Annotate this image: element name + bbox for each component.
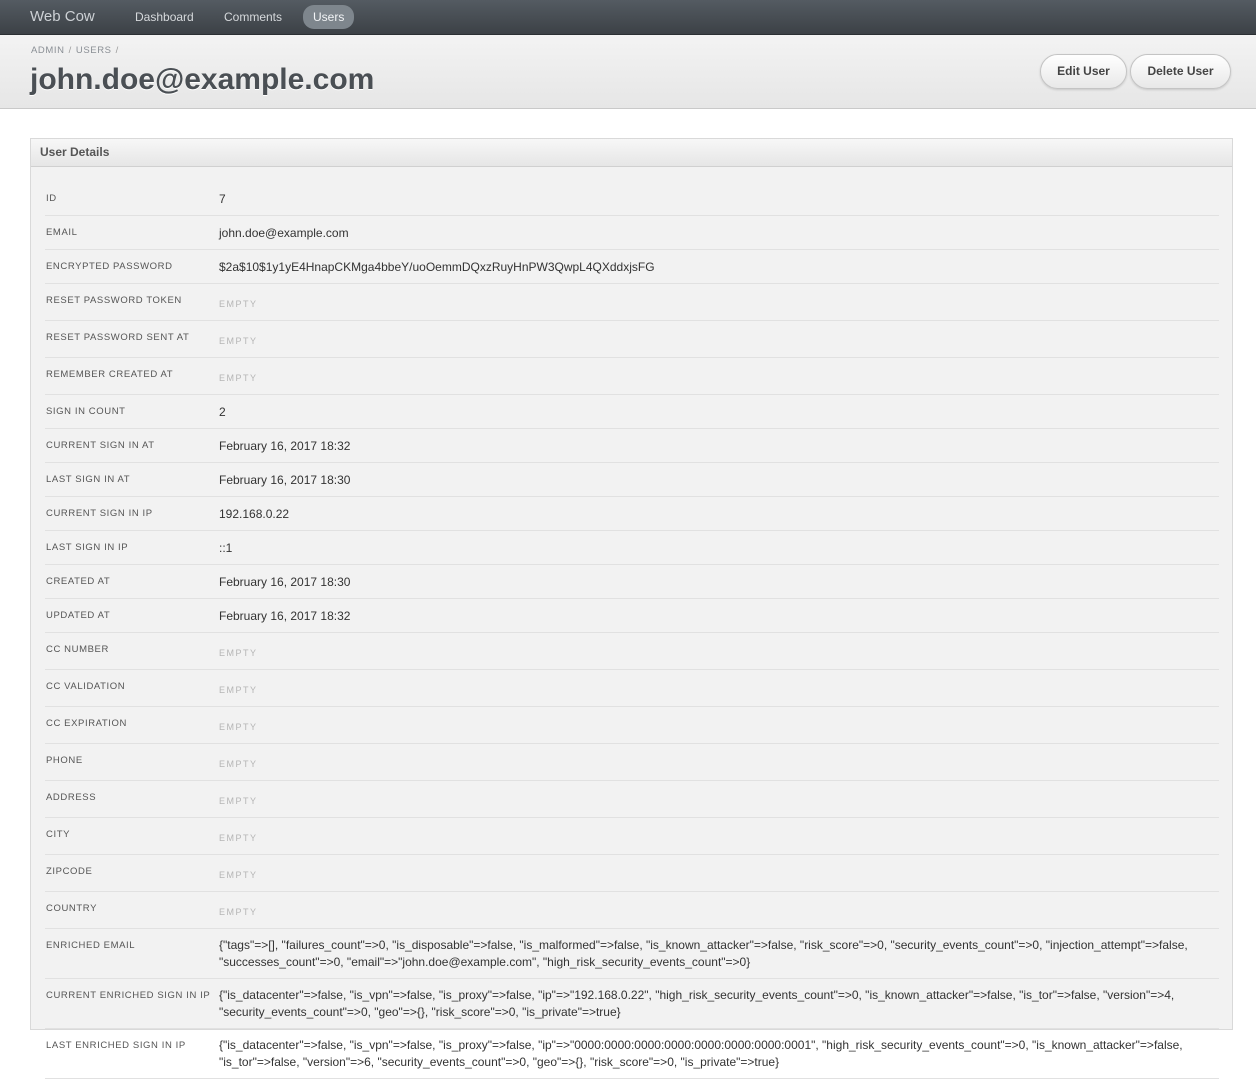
nav-link-users[interactable]: Users	[303, 5, 355, 29]
detail-label: CURRENT SIGN IN IP	[46, 508, 153, 519]
detail-value: ::1	[219, 541, 233, 555]
detail-label: RESET PASSWORD TOKEN	[46, 295, 182, 306]
empty-placeholder: EMPTY	[219, 722, 258, 732]
detail-label: CURRENT ENRICHED SIGN IN IP	[46, 990, 211, 1001]
detail-value: February 16, 2017 18:32	[219, 609, 351, 623]
empty-placeholder: EMPTY	[219, 796, 258, 806]
detail-value: February 16, 2017 18:30	[219, 473, 351, 487]
detail-label: UPDATED AT	[46, 610, 111, 621]
breadcrumb-separator: /	[115, 45, 119, 56]
detail-row: CC VALIDATION EMPTY	[45, 670, 1219, 707]
detail-row: RESET PASSWORD TOKEN EMPTY	[45, 284, 1219, 321]
detail-row: ADDRESS EMPTY	[45, 781, 1219, 818]
empty-placeholder: EMPTY	[219, 685, 258, 695]
detail-value: 7	[219, 192, 226, 206]
detail-row: EMAIL john.doe@example.com	[45, 216, 1219, 250]
detail-label: LAST SIGN IN AT	[46, 474, 131, 485]
detail-row: CC EXPIRATION EMPTY	[45, 707, 1219, 744]
details-list: ID 7 EMAIL john.doe@example.com ENCRYPTED PA…	[45, 182, 1219, 1079]
detail-row: LAST SIGN IN AT February 16, 2017 18:30	[45, 463, 1219, 497]
page-title: john.doe@example.com	[30, 63, 375, 96]
detail-value: {"tags"=>[], "failures_count"=>0, "is_di…	[219, 938, 1188, 969]
top-navbar: Web Cow Dashboard Comments Users	[0, 0, 1256, 35]
detail-label: CC NUMBER	[46, 644, 109, 655]
breadcrumb: ADMIN / USERS /	[31, 45, 123, 56]
detail-label: ID	[46, 193, 57, 204]
panel-title: User Details	[31, 139, 1232, 167]
empty-placeholder: EMPTY	[219, 648, 258, 658]
nav-link-dashboard[interactable]: Dashboard	[125, 5, 204, 29]
detail-row: CC NUMBER EMPTY	[45, 633, 1219, 670]
detail-value: {"is_datacenter"=>false, "is_vpn"=>false…	[219, 1038, 1183, 1069]
detail-row: REMEMBER CREATED AT EMPTY	[45, 358, 1219, 395]
detail-label: LAST ENRICHED SIGN IN IP	[46, 1040, 186, 1051]
detail-row: RESET PASSWORD SENT AT EMPTY	[45, 321, 1219, 358]
detail-row: CURRENT SIGN IN IP 192.168.0.22	[45, 497, 1219, 531]
detail-label: LAST SIGN IN IP	[46, 542, 129, 553]
detail-value: 192.168.0.22	[219, 507, 290, 521]
empty-placeholder: EMPTY	[219, 336, 258, 346]
edit-user-button[interactable]: Edit User	[1040, 54, 1127, 89]
detail-label: PHONE	[46, 755, 83, 766]
detail-row: ENCRYPTED PASSWORD $2a$10$1y1yE4HnapCKMga…	[45, 250, 1219, 284]
detail-label: REMEMBER CREATED AT	[46, 369, 174, 380]
empty-placeholder: EMPTY	[219, 759, 258, 769]
detail-row: ID 7	[45, 182, 1219, 216]
detail-label: ZIPCODE	[46, 866, 93, 877]
empty-placeholder: EMPTY	[219, 870, 258, 880]
detail-label: CURRENT SIGN IN AT	[46, 440, 155, 451]
breadcrumb-separator: /	[68, 45, 72, 56]
detail-label: ENCRYPTED PASSWORD	[46, 261, 173, 272]
detail-label: CC EXPIRATION	[46, 718, 127, 729]
detail-row: PHONE EMPTY	[45, 744, 1219, 781]
detail-label: SIGN IN COUNT	[46, 406, 126, 417]
detail-row: UPDATED AT February 16, 2017 18:32	[45, 599, 1219, 633]
detail-row: LAST SIGN IN IP::1	[45, 531, 1219, 565]
detail-value: $2a$10$1y1yE4HnapCKMga4bbeY/uoOemmDQxzRu…	[219, 260, 655, 274]
detail-value: February 16, 2017 18:32	[219, 439, 351, 453]
detail-row: ENRICHED EMAIL {"tags"=>[], "failures_cou…	[45, 929, 1219, 979]
detail-row: CURRENT ENRICHED SIGN IN IP {"is_datacent…	[45, 979, 1219, 1029]
detail-label: RESET PASSWORD SENT AT	[46, 332, 190, 343]
detail-row: LAST ENRICHED SIGN IN IP {"is_datacenter"…	[45, 1029, 1219, 1079]
detail-label: CC VALIDATION	[46, 681, 126, 692]
detail-label: ADDRESS	[46, 792, 97, 803]
detail-label: COUNTRY	[46, 903, 97, 914]
nav-link-comments[interactable]: Comments	[214, 5, 292, 29]
detail-value: 2	[219, 405, 226, 419]
detail-row: CITY EMPTY	[45, 818, 1219, 855]
detail-value: February 16, 2017 18:30	[219, 575, 351, 589]
detail-label: EMAIL	[46, 227, 78, 238]
detail-row: CREATED AT February 16, 2017 18:30	[45, 565, 1219, 599]
detail-row: ZIPCODE EMPTY	[45, 855, 1219, 892]
delete-user-button[interactable]: Delete User	[1130, 54, 1231, 89]
detail-label: CREATED AT	[46, 576, 111, 587]
brand-logo[interactable]: Web Cow	[30, 8, 95, 25]
detail-label: CITY	[46, 829, 71, 840]
breadcrumb-users[interactable]: USERS	[76, 45, 112, 56]
detail-row: COUNTRY EMPTY	[45, 892, 1219, 929]
detail-value: {"is_datacenter"=>false, "is_vpn"=>false…	[219, 988, 1175, 1019]
empty-placeholder: EMPTY	[219, 299, 258, 309]
empty-placeholder: EMPTY	[219, 833, 258, 843]
page-header: ADMIN / USERS / john.doe@example.com Edit U…	[0, 35, 1256, 109]
detail-value: john.doe@example.com	[219, 226, 349, 240]
detail-row: CURRENT SIGN IN AT February 16, 2017 18:3…	[45, 429, 1219, 463]
user-details-panel: User Details ID 7 EMAIL john.doe@example.co…	[30, 138, 1233, 1079]
detail-label: ENRICHED EMAIL	[46, 940, 136, 951]
empty-placeholder: EMPTY	[219, 907, 258, 917]
breadcrumb-admin[interactable]: ADMIN	[31, 45, 65, 56]
empty-placeholder: EMPTY	[219, 373, 258, 383]
detail-row: SIGN IN COUNT 2	[45, 395, 1219, 429]
